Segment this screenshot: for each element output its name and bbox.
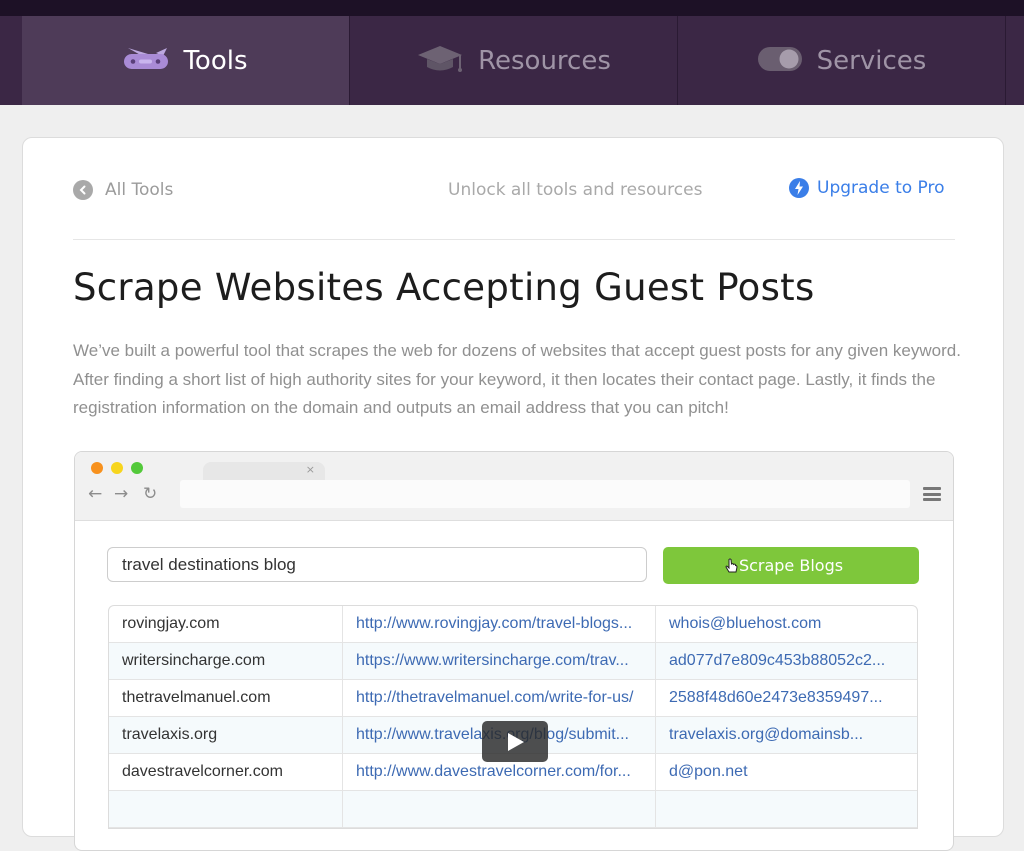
scrape-blogs-button[interactable]: Scrape Blogs (663, 547, 919, 584)
url-cell[interactable]: https://www.writersincharge.com/trav... (342, 643, 655, 680)
upgrade-label: Upgrade to Pro (817, 178, 945, 198)
all-tools-link[interactable]: All Tools (73, 180, 173, 200)
play-icon (508, 732, 524, 751)
domain-cell: davestravelcorner.com (109, 754, 342, 791)
domain-cell: travelaxis.org (109, 717, 342, 754)
header-divider (73, 239, 955, 240)
tab-close-icon[interactable]: × (306, 463, 315, 476)
graduation-cap-icon (416, 43, 464, 79)
table-row: rovingjay.com http://www.rovingjay.com/tr… (109, 606, 917, 643)
email-cell[interactable]: 2588f48d60e2473e8359497... (655, 680, 917, 717)
toggle-icon (757, 45, 803, 77)
email-cell[interactable] (655, 791, 917, 828)
nav-tab-label: Services (816, 45, 927, 76)
table-row: writersincharge.com https://www.writersin… (109, 643, 917, 680)
nav-tab-tools[interactable]: Tools (22, 16, 350, 105)
results-table: rovingjay.com http://www.rovingjay.com/tr… (108, 605, 918, 829)
browser-chrome: × ← → ↻ (75, 452, 953, 521)
email-cell[interactable]: ad077d7e809c453b88052c2... (655, 643, 917, 680)
email-cell[interactable]: d@pon.net (655, 754, 917, 791)
window-close-dot (91, 462, 103, 474)
table-row (109, 791, 917, 828)
demo-browser-window: × ← → ↻ travel destinations blog Scrape … (74, 451, 954, 851)
window-minimize-dot (111, 462, 123, 474)
page-title: Scrape Websites Accepting Guest Posts (73, 266, 815, 309)
all-tools-label: All Tools (105, 180, 174, 200)
email-cell[interactable]: travelaxis.org@domainsb... (655, 717, 917, 754)
play-video-button[interactable] (482, 721, 548, 762)
reload-icon[interactable]: ↻ (143, 484, 157, 504)
tool-card: All Tools Unlock all tools and resources… (22, 137, 1004, 851)
top-strip (0, 0, 1024, 16)
swiss-knife-icon (123, 44, 169, 78)
nav-tab-resources[interactable]: Resources (350, 16, 678, 105)
browser-tab[interactable]: × (203, 462, 325, 482)
table-row: thetravelmanuel.com http://thetravelmanue… (109, 680, 917, 717)
forward-arrow-icon[interactable]: → (114, 484, 128, 504)
hand-cursor-icon (725, 558, 738, 573)
url-cell[interactable]: http://www.rovingjay.com/travel-blogs... (342, 606, 655, 643)
hamburger-menu-icon[interactable] (923, 487, 941, 501)
back-arrow-icon[interactable]: ← (88, 484, 102, 504)
address-bar[interactable] (180, 480, 910, 508)
domain-cell: thetravelmanuel.com (109, 680, 342, 717)
nav-tab-services[interactable]: Services (678, 16, 1006, 105)
nav-tab-label: Tools (183, 45, 248, 76)
domain-cell: rovingjay.com (109, 606, 342, 643)
url-cell[interactable] (342, 791, 655, 828)
page-description: We’ve built a powerful tool that scrapes… (73, 341, 961, 417)
keyword-search-input[interactable]: travel destinations blog (107, 547, 647, 582)
top-nav: Tools Resources Services (0, 16, 1024, 105)
nav-tab-label: Resources (478, 45, 611, 76)
email-cell[interactable]: whois@bluehost.com (655, 606, 917, 643)
lightning-icon (789, 178, 809, 198)
window-maximize-dot (131, 462, 143, 474)
url-cell[interactable]: http://thetravelmanuel.com/write-for-us/ (342, 680, 655, 717)
upgrade-to-pro-link[interactable]: Upgrade to Pro (789, 178, 945, 198)
domain-cell: writersincharge.com (109, 643, 342, 680)
unlock-text: Unlock all tools and resources (448, 180, 703, 200)
domain-cell (109, 791, 342, 828)
chevron-left-icon (73, 180, 93, 200)
